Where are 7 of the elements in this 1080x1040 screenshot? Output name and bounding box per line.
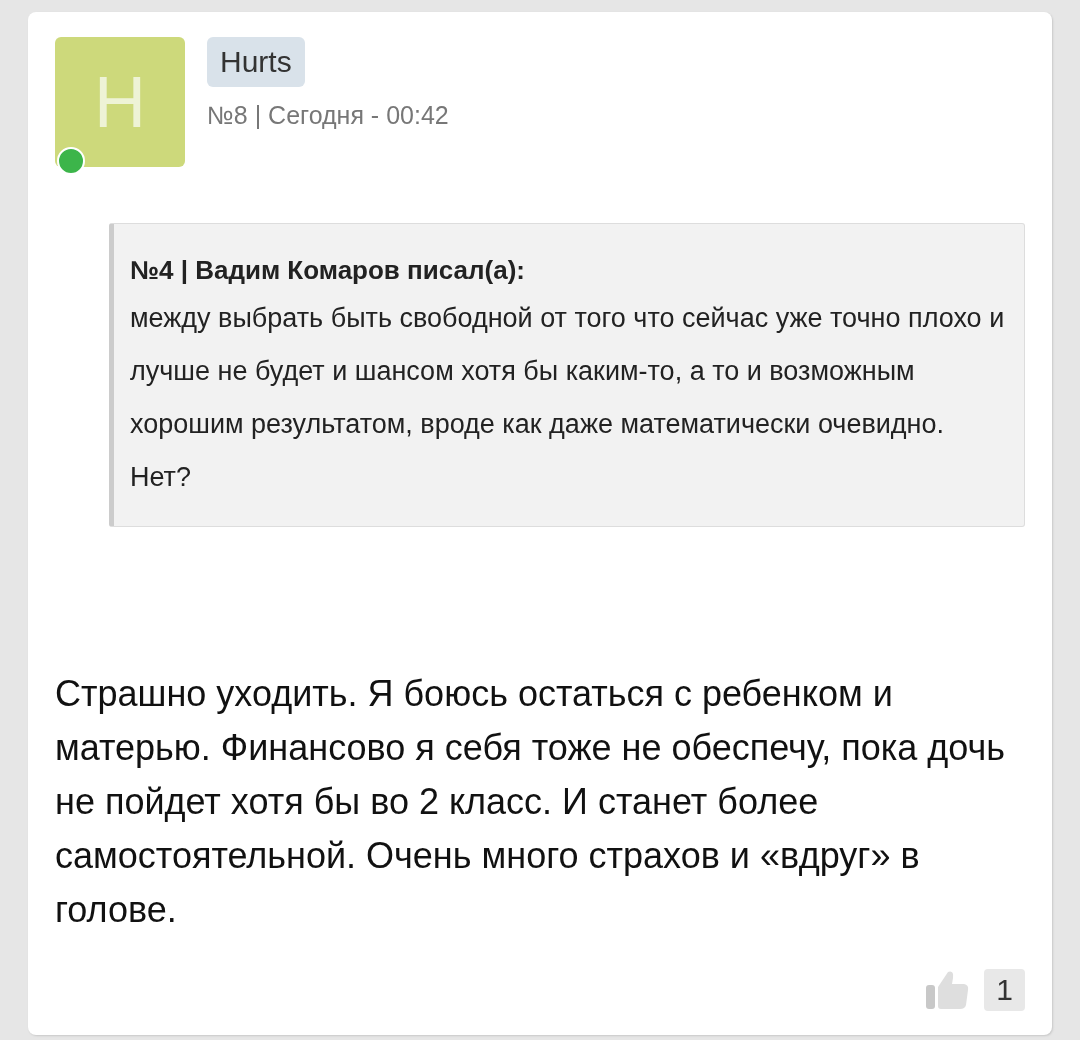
post-meta: №8 | Сегодня - 00:42: [207, 101, 449, 130]
username-badge[interactable]: Hurts: [207, 37, 305, 87]
post-text: Страшно уходить. Я боюсь остаться с ребенком и матерью. Финансово я себя тоже не обеспечу, пока дочь не пойдет хотя бы во 2 класс. И станет более самостоятельной. Очень много страхов и «вдруг» в голове.: [55, 672, 1006, 932]
quote-header: №4 | Вадим Комаров писал(а):: [130, 254, 526, 287]
thumbs-up-icon[interactable]: [926, 970, 971, 1010]
quote-text: между выбрать быть свободной от того что сейчас уже точно плохо и лучше не будет и шансом хотя бы каким-то, а то и возможным хорошим результатом, вроде как даже математически очевидно. Нет?: [130, 302, 1006, 494]
like-count: 1: [984, 969, 1025, 1011]
